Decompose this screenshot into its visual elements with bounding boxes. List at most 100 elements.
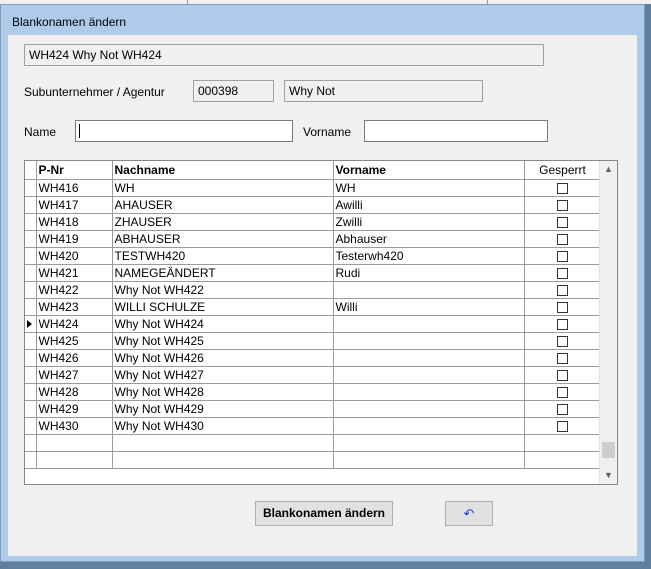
cell-nachname[interactable]: Why Not WH425 bbox=[112, 332, 334, 350]
empty-cell[interactable] bbox=[333, 434, 525, 452]
cell-nachname[interactable]: AHAUSER bbox=[112, 196, 334, 214]
gesperrt-checkbox[interactable] bbox=[557, 420, 568, 432]
table-row[interactable]: WH430 Why Not WH430 bbox=[25, 417, 602, 435]
cell-gesperrt[interactable] bbox=[524, 366, 602, 384]
row-selector[interactable] bbox=[25, 213, 37, 231]
cell-gesperrt[interactable] bbox=[524, 315, 602, 333]
cell-gesperrt[interactable] bbox=[524, 196, 602, 214]
cell-gesperrt[interactable] bbox=[524, 230, 602, 248]
row-selector[interactable] bbox=[25, 417, 37, 435]
table-row[interactable]: WH417 AHAUSER Awilli bbox=[25, 196, 602, 214]
row-selector[interactable] bbox=[25, 315, 37, 333]
cell-gesperrt[interactable] bbox=[524, 247, 602, 265]
empty-cell[interactable] bbox=[36, 451, 113, 469]
column-header-gesperrt[interactable]: Gesperrt bbox=[524, 161, 602, 180]
cell-vorname[interactable]: WH bbox=[333, 179, 525, 197]
column-header-pnr[interactable]: P-Nr bbox=[36, 161, 113, 180]
cell-pnr[interactable]: WH424 bbox=[36, 315, 113, 333]
cell-pnr[interactable]: WH425 bbox=[36, 332, 113, 350]
table-row[interactable]: WH423 WILLI SCHULZE Willi bbox=[25, 298, 602, 316]
cell-pnr[interactable]: WH416 bbox=[36, 179, 113, 197]
table-row[interactable]: WH425 Why Not WH425 bbox=[25, 332, 602, 350]
row-selector[interactable] bbox=[25, 332, 37, 350]
empty-cell[interactable] bbox=[333, 451, 525, 469]
table-row[interactable]: WH424 Why Not WH424 bbox=[25, 315, 602, 333]
cell-nachname[interactable]: WH bbox=[112, 179, 334, 197]
gesperrt-checkbox[interactable] bbox=[557, 233, 568, 245]
cell-vorname[interactable] bbox=[333, 366, 525, 384]
cell-pnr[interactable]: WH422 bbox=[36, 281, 113, 299]
cell-gesperrt[interactable] bbox=[524, 213, 602, 231]
cell-pnr[interactable]: WH426 bbox=[36, 349, 113, 367]
table-row[interactable]: WH419 ABHAUSER Abhauser bbox=[25, 230, 602, 248]
cell-vorname[interactable] bbox=[333, 332, 525, 350]
cell-pnr[interactable]: WH430 bbox=[36, 417, 113, 435]
gesperrt-checkbox[interactable] bbox=[557, 284, 568, 296]
empty-row[interactable] bbox=[25, 434, 602, 452]
table-row[interactable]: WH428 Why Not WH428 bbox=[25, 383, 602, 401]
table-row[interactable]: WH418 ZHAUSER Zwilli bbox=[25, 213, 602, 231]
cell-nachname[interactable]: ZHAUSER bbox=[112, 213, 334, 231]
cell-gesperrt[interactable] bbox=[524, 264, 602, 282]
gesperrt-checkbox[interactable] bbox=[557, 386, 568, 398]
scroll-thumb[interactable] bbox=[602, 442, 615, 458]
cell-vorname[interactable] bbox=[333, 383, 525, 401]
gesperrt-checkbox[interactable] bbox=[557, 216, 568, 228]
cell-vorname[interactable]: Willi bbox=[333, 298, 525, 316]
gesperrt-checkbox[interactable] bbox=[557, 301, 568, 313]
cell-vorname[interactable]: Awilli bbox=[333, 196, 525, 214]
cell-pnr[interactable]: WH418 bbox=[36, 213, 113, 231]
row-selector[interactable] bbox=[25, 349, 37, 367]
cell-gesperrt[interactable] bbox=[524, 179, 602, 197]
column-header-vorname[interactable]: Vorname bbox=[333, 161, 525, 180]
name-input[interactable] bbox=[75, 120, 293, 142]
cell-nachname[interactable]: Why Not WH426 bbox=[112, 349, 334, 367]
cell-nachname[interactable]: WILLI SCHULZE bbox=[112, 298, 334, 316]
cell-nachname[interactable]: Why Not WH429 bbox=[112, 400, 334, 418]
table-row[interactable]: WH422 Why Not WH422 bbox=[25, 281, 602, 299]
row-selector[interactable] bbox=[25, 383, 37, 401]
cell-pnr[interactable]: WH429 bbox=[36, 400, 113, 418]
cell-pnr[interactable]: WH423 bbox=[36, 298, 113, 316]
table-row[interactable]: WH427 Why Not WH427 bbox=[25, 366, 602, 384]
gesperrt-checkbox[interactable] bbox=[557, 318, 568, 330]
cell-pnr[interactable]: WH428 bbox=[36, 383, 113, 401]
empty-cell[interactable] bbox=[25, 434, 37, 452]
cell-vorname[interactable]: Rudi bbox=[333, 264, 525, 282]
row-selector[interactable] bbox=[25, 400, 37, 418]
title-bar[interactable]: Blankonamen ändern bbox=[1, 5, 644, 35]
cell-nachname[interactable]: NAMEGEÄNDERT bbox=[112, 264, 334, 282]
table-row[interactable]: WH416 WH WH bbox=[25, 179, 602, 197]
gesperrt-checkbox[interactable] bbox=[557, 369, 568, 381]
gesperrt-checkbox[interactable] bbox=[557, 403, 568, 415]
table-row[interactable]: WH420 TESTWH420 Testerwh420 bbox=[25, 247, 602, 265]
empty-row[interactable] bbox=[25, 451, 602, 469]
cell-vorname[interactable] bbox=[333, 417, 525, 435]
cell-gesperrt[interactable] bbox=[524, 400, 602, 418]
cell-vorname[interactable] bbox=[333, 281, 525, 299]
cell-nachname[interactable]: Why Not WH430 bbox=[112, 417, 334, 435]
cell-gesperrt[interactable] bbox=[524, 349, 602, 367]
empty-cell[interactable] bbox=[524, 434, 602, 452]
row-selector[interactable] bbox=[25, 264, 37, 282]
empty-cell[interactable] bbox=[36, 434, 113, 452]
gesperrt-checkbox[interactable] bbox=[557, 199, 568, 211]
row-selector[interactable] bbox=[25, 281, 37, 299]
cell-nachname[interactable]: Why Not WH427 bbox=[112, 366, 334, 384]
row-selector[interactable] bbox=[25, 196, 37, 214]
cell-vorname[interactable]: Zwilli bbox=[333, 213, 525, 231]
table-row[interactable]: WH421 NAMEGEÄNDERT Rudi bbox=[25, 264, 602, 282]
cell-vorname[interactable]: Testerwh420 bbox=[333, 247, 525, 265]
vorname-input[interactable] bbox=[364, 120, 548, 142]
cell-vorname[interactable]: Abhauser bbox=[333, 230, 525, 248]
cell-gesperrt[interactable] bbox=[524, 298, 602, 316]
cell-pnr[interactable]: WH420 bbox=[36, 247, 113, 265]
cell-vorname[interactable] bbox=[333, 315, 525, 333]
gesperrt-checkbox[interactable] bbox=[557, 335, 568, 347]
cell-vorname[interactable] bbox=[333, 400, 525, 418]
undo-button[interactable]: ↶ bbox=[445, 501, 493, 526]
row-selector[interactable] bbox=[25, 179, 37, 197]
table-row[interactable]: WH429 Why Not WH429 bbox=[25, 400, 602, 418]
empty-cell[interactable] bbox=[112, 434, 334, 452]
row-selector[interactable] bbox=[25, 230, 37, 248]
